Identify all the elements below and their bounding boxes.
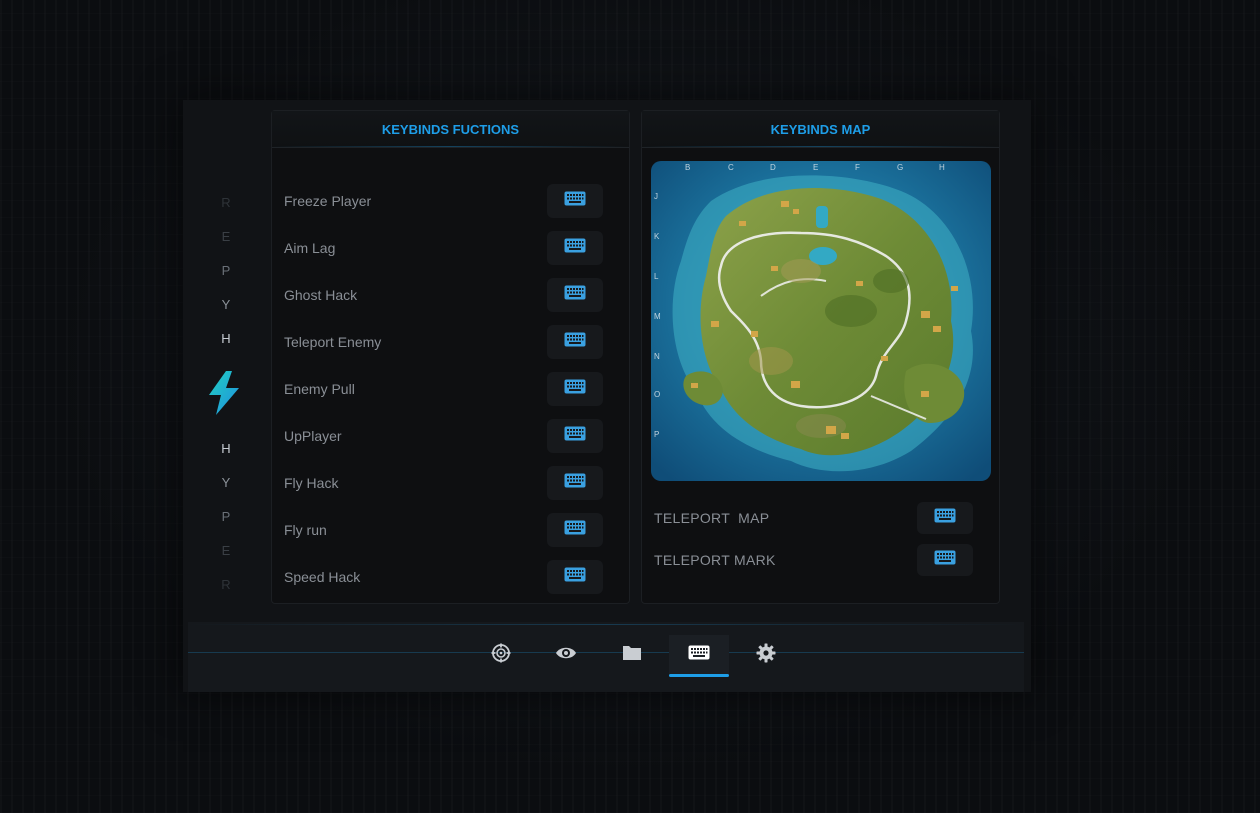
folder-icon (622, 644, 642, 666)
keybind-button[interactable] (547, 184, 603, 218)
panel-title: KEYBINDS FUCTIONS (381, 121, 520, 137)
keybind-label: Ghost Hack (284, 287, 358, 303)
map-grid-col-label: F (855, 163, 860, 172)
map-keybind-row: TELEPORT MAP (654, 502, 973, 534)
keybind-row: Aim Lag (284, 231, 603, 265)
keybind-row: Freeze Player (284, 184, 603, 218)
map-image[interactable]: B C D E F G H J K L M N O P (651, 161, 991, 481)
panel-header: KEYBINDS MAP (642, 111, 999, 148)
sidebar-letter: H (221, 441, 231, 456)
keyboard-icon (564, 191, 586, 211)
keybind-row: Fly Hack (284, 466, 603, 500)
keybind-button[interactable] (547, 513, 603, 547)
sidebar-letter: H (221, 331, 231, 346)
keybind-label: Fly Hack (284, 475, 339, 491)
panel-title: KEYBINDS MAP (770, 121, 871, 137)
map-grid-row-label: K (654, 232, 660, 241)
map-grid-row-label: P (654, 430, 659, 439)
keybind-label: Aim Lag (284, 240, 336, 256)
keybind-button[interactable] (547, 466, 603, 500)
keyboard-icon (564, 567, 586, 587)
keybind-row: Fly run (284, 513, 603, 547)
keybind-label: Fly run (284, 522, 327, 538)
sidebar-letter: P (221, 263, 231, 278)
map-keybind-label: TELEPORT MAP (654, 510, 770, 526)
sidebar-letter: R (221, 195, 231, 210)
keybind-button[interactable] (547, 278, 603, 312)
bottom-nav (188, 622, 1024, 692)
keybind-button[interactable] (547, 231, 603, 265)
map-keybind-button[interactable] (917, 544, 973, 576)
keybind-label: Speed Hack (284, 569, 361, 585)
map-grid-col-label: E (813, 163, 818, 172)
sidebar-letter: P (221, 509, 231, 524)
map-grid-col-label: C (728, 163, 734, 172)
sidebar-letter: R (221, 577, 231, 592)
map-keybind-row: TELEPORT MARK (654, 544, 973, 576)
keyboard-icon (564, 520, 586, 540)
active-tab-indicator (669, 674, 729, 677)
eye-icon (555, 645, 577, 666)
keybind-button[interactable] (547, 372, 603, 406)
keybind-label: Teleport Enemy (284, 334, 382, 350)
keyboard-icon (564, 332, 586, 352)
nav-visuals-button[interactable] (536, 635, 596, 675)
nav-files-button[interactable] (602, 635, 662, 675)
map-grid-row-label: L (654, 272, 659, 281)
keyboard-icon (934, 508, 956, 528)
keybind-map-panel: KEYBINDS MAP B C D E F G H J K L M N O P… (641, 110, 1000, 604)
map-grid-row-label: O (654, 390, 660, 399)
keyboard-icon (934, 550, 956, 570)
sidebar: R E P Y H H Y P E R (183, 100, 269, 692)
keyboard-icon (564, 426, 586, 446)
keyboard-icon (564, 285, 586, 305)
keybind-button[interactable] (547, 325, 603, 359)
keybind-row: Ghost Hack (284, 278, 603, 312)
sidebar-letter: E (221, 543, 231, 558)
map-grid-row-label: M (654, 312, 661, 321)
map-grid-col-label: G (897, 163, 903, 172)
keybind-row: Teleport Enemy (284, 325, 603, 359)
sidebar-letter: E (221, 229, 231, 244)
crosshair-icon (491, 643, 511, 668)
map-keybind-button[interactable] (917, 502, 973, 534)
keybind-row: Enemy Pull (284, 372, 603, 406)
panel-header: KEYBINDS FUCTIONS (272, 111, 629, 148)
keybind-button[interactable] (547, 419, 603, 453)
map-grid-row-label: N (654, 352, 660, 361)
map-grid-col-label: D (770, 163, 776, 172)
sidebar-letter: Y (221, 297, 231, 312)
keyboard-icon (564, 473, 586, 493)
keybind-label: Enemy Pull (284, 381, 355, 397)
keybind-functions-panel: KEYBINDS FUCTIONS Freeze Player Aim Lag Gh… (271, 110, 630, 604)
lightning-bolt-icon (206, 371, 242, 415)
map-grid-col-label: H (939, 163, 945, 172)
keybind-row: UpPlayer (284, 419, 603, 453)
map-grid-row-label: J (654, 192, 658, 201)
gear-icon (756, 643, 776, 668)
keyboard-icon (564, 379, 586, 399)
keybind-row: Speed Hack (284, 560, 603, 594)
nav-settings-button[interactable] (736, 635, 796, 675)
keybind-button[interactable] (547, 560, 603, 594)
nav-aim-button[interactable] (471, 635, 531, 675)
keyboard-icon (688, 645, 710, 665)
sidebar-letter: Y (221, 475, 231, 490)
map-keybind-label: TELEPORT MARK (654, 552, 776, 568)
keyboard-icon (564, 238, 586, 258)
nav-keybinds-button[interactable] (669, 635, 729, 677)
keybind-label: Freeze Player (284, 193, 372, 209)
keybind-label: UpPlayer (284, 428, 342, 444)
map-grid-col-label: B (685, 163, 690, 172)
app-window: R E P Y H H Y P E R KEYBINDS FUCTIONS Fr… (183, 100, 1031, 692)
